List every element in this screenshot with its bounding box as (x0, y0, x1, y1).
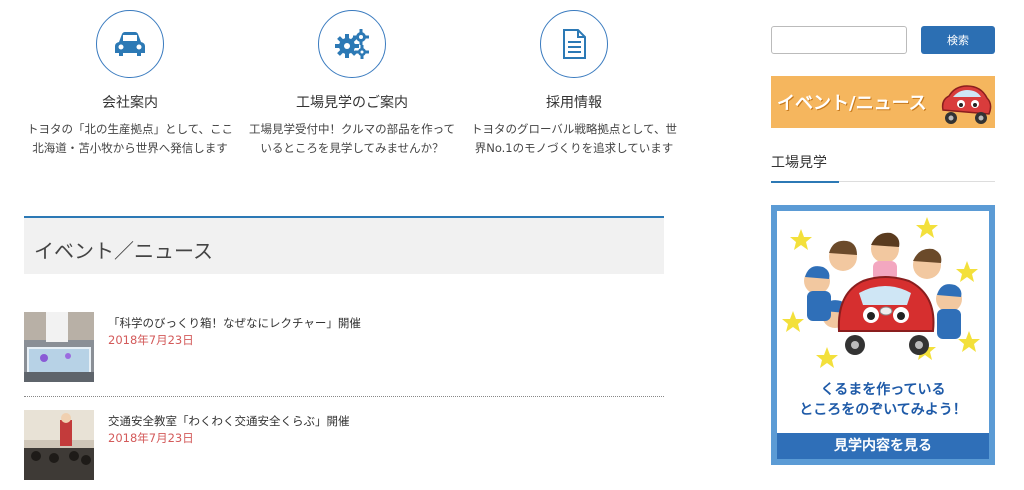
gears-icon[interactable] (318, 10, 386, 78)
feature-company[interactable]: 会社案内 トヨタの「北の生産拠点」として、ここ北海道・苫小牧から世界へ発信します (20, 10, 240, 158)
feature-desc: 工場見学受付中！クルマの部品を作っているところを見学してみませんか？ (248, 122, 456, 155)
event-news-banner[interactable]: イベント/ニュース (771, 76, 995, 128)
features-row: 会社案内 トヨタの「北の生産拠点」として、ここ北海道・苫小牧から世界へ発信します… (20, 10, 684, 200)
search-input[interactable] (771, 26, 907, 54)
news-item[interactable]: 交通安全教室「わくわく交通安全くらぶ」開催 2018年7月23日 (24, 408, 664, 490)
news-item[interactable]: 「科学のびっくり箱！なぜなにレクチャー」開催 2018年7月23日 (24, 310, 664, 397)
news-thumbnail[interactable] (24, 312, 94, 382)
section-title: イベント／ニュース (34, 239, 213, 263)
tour-banner-inner: くるまを作っている ところをのぞいてみよう！ 見学内容を見る (777, 211, 989, 459)
feature-title: 工場見学のご案内 (296, 95, 408, 111)
feature-desc: トヨタの「北の生産拠点」として、ここ北海道・苫小牧から世界へ発信します (26, 122, 234, 155)
tour-illustration (782, 217, 980, 368)
feature-tour[interactable]: 工場見学のご案内 工場見学受付中！クルマの部品を作っているところを見学してみませ… (242, 10, 462, 158)
news-date: 2018年7月23日 (108, 333, 194, 347)
search-button[interactable]: 検索 (921, 26, 995, 54)
news-title-link[interactable]: 交通安全教室「わくわく交通安全くらぶ」開催 (108, 413, 350, 429)
news-section-header: イベント／ニュース (24, 216, 664, 274)
document-icon[interactable] (540, 10, 608, 78)
factory-tour-banner[interactable]: くるまを作っている ところをのぞいてみよう！ 見学内容を見る (771, 205, 995, 465)
widget-title: 工場見学 (771, 155, 827, 171)
feature-title: 会社案内 (102, 95, 158, 111)
news-title-link[interactable]: 「科学のびっくり箱！なぜなにレクチャー」開催 (108, 315, 361, 331)
view-tour-button[interactable]: 見学内容を見る (777, 433, 989, 459)
news-date: 2018年7月23日 (108, 431, 194, 445)
mascot-car-icon (941, 85, 992, 124)
car-icon[interactable] (96, 10, 164, 78)
feature-title: 採用情報 (546, 95, 602, 111)
feature-recruit[interactable]: 採用情報 トヨタのグローバル戦略拠点として、世界No.1のモノづくりを追求してい… (464, 10, 684, 158)
tour-headline-1: くるまを作っている (820, 382, 946, 398)
news-thumbnail[interactable] (24, 410, 94, 480)
widget-divider-accent (771, 181, 839, 183)
feature-desc: トヨタのグローバル戦略拠点として、世界No.1のモノづくりを追求しています (471, 122, 677, 155)
event-banner-label: イベント/ニュース (777, 93, 927, 114)
tour-headline-2: ところをのぞいてみよう！ (799, 402, 967, 418)
